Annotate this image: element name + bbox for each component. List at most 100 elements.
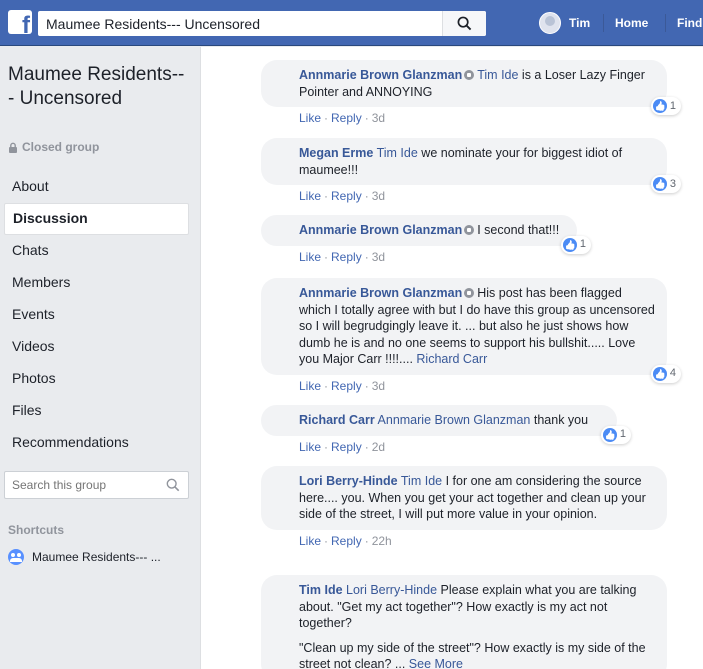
comment-timestamp[interactable]: 3d xyxy=(372,250,385,264)
menu-item-events[interactable]: Events xyxy=(4,299,189,331)
comment-timestamp[interactable]: 3d xyxy=(372,189,385,203)
admin-badge-icon xyxy=(464,288,475,298)
comment-actions: Like · Reply · 3d xyxy=(261,111,667,125)
comment-mention[interactable]: Tim Ide xyxy=(377,146,418,160)
comment-actions: Like · Reply · 3d xyxy=(261,189,667,203)
separator: · xyxy=(324,533,329,548)
profile-name: Tim xyxy=(569,16,591,30)
comment-actions: Like · Reply · 2d xyxy=(261,440,617,454)
lock-icon xyxy=(9,142,17,153)
comment-author[interactable]: Annmarie Brown Glanzman xyxy=(299,223,462,237)
group-menu: About Discussion Chats Members Events Vi… xyxy=(4,171,189,459)
like-link[interactable]: Like xyxy=(299,250,321,264)
menu-item-about[interactable]: About xyxy=(4,171,189,203)
like-link[interactable]: Like xyxy=(299,379,321,393)
global-search xyxy=(38,11,486,36)
comment: Lori Berry-Hinde Tim Ide I for one am co… xyxy=(261,466,667,548)
reply-link[interactable]: Reply xyxy=(331,189,362,203)
nav-divider xyxy=(603,14,604,32)
facebook-logo-icon[interactable]: f xyxy=(8,10,32,34)
admin-badge-icon xyxy=(464,225,475,235)
comment-mention[interactable]: Richard Carr xyxy=(416,352,487,366)
like-link[interactable]: Like xyxy=(299,189,321,203)
comment-author[interactable]: Tim Ide xyxy=(299,583,343,597)
comment-author[interactable]: Annmarie Brown Glanzman xyxy=(299,286,462,300)
global-search-input[interactable] xyxy=(38,11,442,36)
reply-link[interactable]: Reply xyxy=(331,379,362,393)
like-link[interactable]: Like xyxy=(299,534,321,548)
top-navigation-bar: f Tim Home Find xyxy=(0,0,703,46)
comment-actions: Like · Reply · 22h xyxy=(261,534,667,548)
comment-actions: Like · Reply · 3d xyxy=(261,379,667,393)
comment-timestamp[interactable]: 3d xyxy=(372,379,385,393)
group-search-input[interactable] xyxy=(5,472,155,498)
comment-mention[interactable]: Tim Ide xyxy=(477,68,518,82)
comments-panel: Annmarie Brown Glanzman Tim Ide is a Lose… xyxy=(200,47,703,669)
nav-home-link[interactable]: Home xyxy=(615,16,648,30)
reaction-count-label: 1 xyxy=(669,99,676,112)
group-search xyxy=(4,471,189,499)
profile-link[interactable]: Tim xyxy=(539,12,590,34)
comment: Annmarie Brown Glanzman Tim Ide is a Lose… xyxy=(261,60,681,125)
reply-link[interactable]: Reply xyxy=(331,250,362,264)
comment: Richard Carr Annmarie Brown Glanzman tha… xyxy=(261,405,631,454)
comment-actions: Like · Reply · 3d xyxy=(261,250,577,264)
comment-mention[interactable]: Lori Berry-Hinde xyxy=(346,583,437,597)
shortcut-item[interactable]: Maumee Residents--- ... xyxy=(8,549,161,565)
separator: · xyxy=(324,249,329,264)
avatar xyxy=(539,12,561,34)
reply-link[interactable]: Reply xyxy=(331,440,362,454)
separator: · xyxy=(364,111,369,125)
menu-item-videos[interactable]: Videos xyxy=(4,331,189,363)
separator: · xyxy=(364,378,369,393)
search-button[interactable] xyxy=(442,11,486,36)
menu-item-discussion[interactable]: Discussion xyxy=(4,203,189,235)
group-privacy-status: Closed group xyxy=(8,140,99,154)
separator: · xyxy=(324,189,329,203)
menu-item-chats[interactable]: Chats xyxy=(4,235,189,267)
comment: Annmarie Brown Glanzman His post has been… xyxy=(261,278,681,393)
like-link[interactable]: Like xyxy=(299,111,321,125)
comment-author[interactable]: Lori Berry-Hinde xyxy=(299,474,398,488)
search-icon xyxy=(457,16,472,31)
menu-item-photos[interactable]: Photos xyxy=(4,363,189,395)
search-icon[interactable] xyxy=(166,478,180,492)
group-sidebar: Maumee Residents--- Uncensored Closed gr… xyxy=(0,47,198,669)
comment-mention[interactable]: Tim Ide xyxy=(401,474,442,488)
separator: · xyxy=(364,533,369,548)
nav-divider xyxy=(665,14,666,32)
comment-author[interactable]: Richard Carr xyxy=(299,413,375,427)
like-link[interactable]: Like xyxy=(299,440,321,454)
see-more-link[interactable]: See More xyxy=(409,657,463,669)
reply-link[interactable]: Reply xyxy=(331,111,362,125)
comment-author[interactable]: Megan Erme xyxy=(299,146,373,160)
comment-text: thank you xyxy=(530,413,589,427)
menu-item-files[interactable]: Files xyxy=(4,395,189,427)
comment-timestamp[interactable]: 3d xyxy=(372,111,385,125)
separator: · xyxy=(364,189,369,203)
group-icon xyxy=(8,549,24,565)
comment: Annmarie Brown Glanzman I second that!!! … xyxy=(261,215,591,264)
comment: Megan Erme Tim Ide we nominate your for … xyxy=(261,138,681,203)
reaction-count-label: 1 xyxy=(579,238,586,251)
separator: · xyxy=(324,439,329,454)
comment-bubble: Richard Carr Annmarie Brown Glanzman tha… xyxy=(261,405,631,444)
reaction-count-label: 4 xyxy=(669,367,676,380)
comment-bubble: Lori Berry-Hinde Tim Ide I for one am co… xyxy=(261,466,667,530)
comment: Tim Ide Lori Berry-Hinde Please explain … xyxy=(261,575,667,669)
comment-bubble: Annmarie Brown Glanzman I second that!!! … xyxy=(261,215,591,254)
comment-mention[interactable]: Annmarie Brown Glanzman xyxy=(378,413,531,427)
menu-item-members[interactable]: Members xyxy=(4,267,189,299)
group-status-label: Closed group xyxy=(22,140,100,154)
comment-author[interactable]: Annmarie Brown Glanzman xyxy=(299,68,462,82)
comment-timestamp[interactable]: 22h xyxy=(372,534,392,548)
separator: · xyxy=(364,249,369,264)
admin-badge-icon xyxy=(464,70,475,80)
separator: · xyxy=(324,111,329,125)
group-title[interactable]: Maumee Residents--- Uncensored xyxy=(8,63,188,111)
reply-link[interactable]: Reply xyxy=(331,534,362,548)
nav-find-link[interactable]: Find xyxy=(677,16,702,30)
comment-timestamp[interactable]: 2d xyxy=(372,440,385,454)
menu-item-recommendations[interactable]: Recommendations xyxy=(4,427,189,459)
comment-bubble: Annmarie Brown Glanzman Tim Ide is a Lose… xyxy=(261,60,681,115)
